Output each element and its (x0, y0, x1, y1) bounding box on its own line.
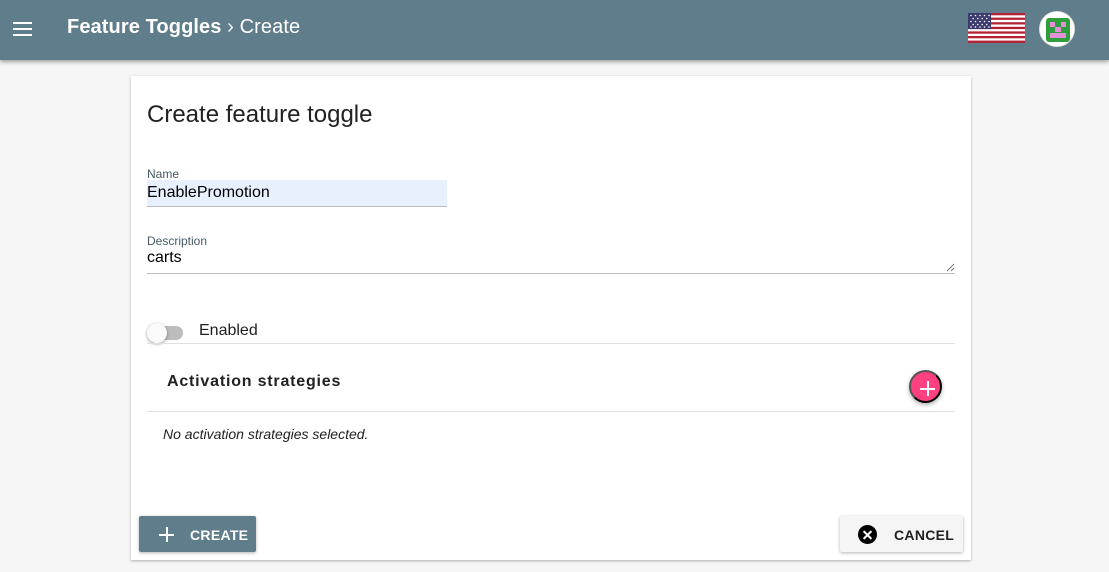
identicon-avatar (1040, 12, 1074, 46)
add-strategy-button[interactable] (909, 370, 942, 403)
name-input[interactable] (147, 180, 447, 207)
hamburger-menu-icon[interactable] (12, 18, 34, 40)
description-label: Description (147, 234, 208, 248)
cancel-button[interactable]: CANCEL (840, 516, 963, 552)
breadcrumb-create: Create (239, 16, 301, 38)
create-button[interactable]: CREATE (139, 516, 256, 552)
no-strategies-message: No activation strategies selected. (163, 426, 369, 442)
enabled-switch[interactable] (147, 322, 183, 343)
user-avatar[interactable] (1039, 11, 1075, 47)
breadcrumb-separator: › (221, 16, 240, 38)
enabled-label[interactable]: Enabled (199, 322, 258, 340)
divider (147, 343, 955, 344)
app-bar: Feature Toggles › Create (0, 0, 1109, 60)
name-label: Name (147, 167, 180, 181)
breadcrumb: Feature Toggles › Create (67, 16, 300, 39)
switch-thumb[interactable] (147, 323, 167, 343)
plus-icon (159, 527, 174, 542)
breadcrumb-feature-toggles[interactable]: Feature Toggles (67, 16, 222, 38)
cancel-circle-icon (858, 525, 877, 544)
cancel-button-label: CANCEL (894, 527, 955, 543)
us-flag-icon[interactable] (968, 13, 1025, 43)
divider (147, 411, 955, 412)
description-textarea[interactable]: carts (147, 249, 955, 274)
resize-grip-icon[interactable] (946, 263, 955, 272)
create-feature-toggle-card: Create feature toggle Name Description c… (131, 76, 971, 560)
activation-strategies-title: Activation strategies (167, 373, 342, 390)
page-title: Create feature toggle (147, 101, 373, 128)
create-button-label: CREATE (190, 527, 249, 543)
